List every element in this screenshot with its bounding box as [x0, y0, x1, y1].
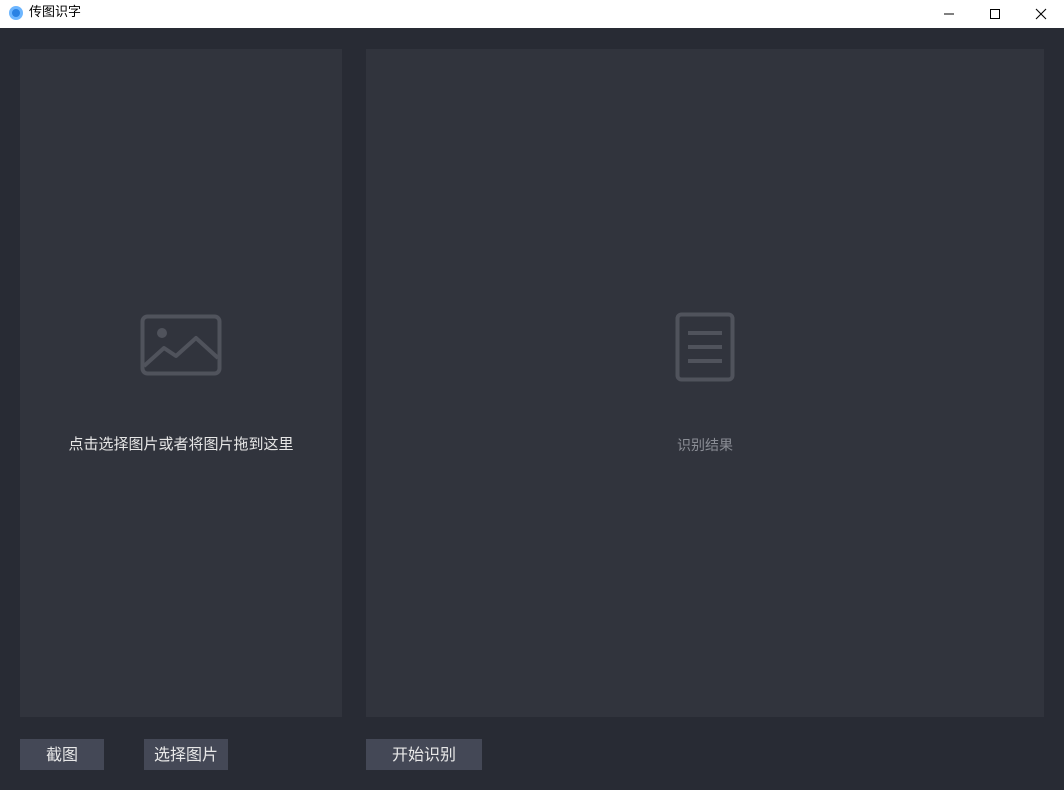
result-area[interactable]: 识别结果	[366, 49, 1044, 717]
maximize-button[interactable]	[972, 0, 1018, 28]
drop-hint-text: 点击选择图片或者将图片拖到这里	[68, 435, 294, 453]
title-bar: 传图识字	[0, 0, 1064, 28]
image-icon	[140, 314, 222, 376]
maximize-icon	[990, 9, 1000, 19]
result-placeholder-text: 识别结果	[677, 438, 733, 454]
close-button[interactable]	[1018, 0, 1064, 28]
minimize-button[interactable]	[926, 0, 972, 28]
screenshot-button[interactable]: 截图	[20, 739, 104, 770]
window-title: 传图识字	[29, 5, 82, 20]
app-logo-icon	[9, 6, 23, 20]
minimize-icon	[944, 13, 954, 15]
select-image-button[interactable]: 选择图片	[144, 739, 228, 770]
document-icon	[675, 312, 735, 382]
start-recognition-button[interactable]: 开始识别	[366, 739, 482, 770]
image-drop-area[interactable]: 点击选择图片或者将图片拖到这里	[20, 49, 342, 717]
close-icon	[1035, 8, 1047, 20]
